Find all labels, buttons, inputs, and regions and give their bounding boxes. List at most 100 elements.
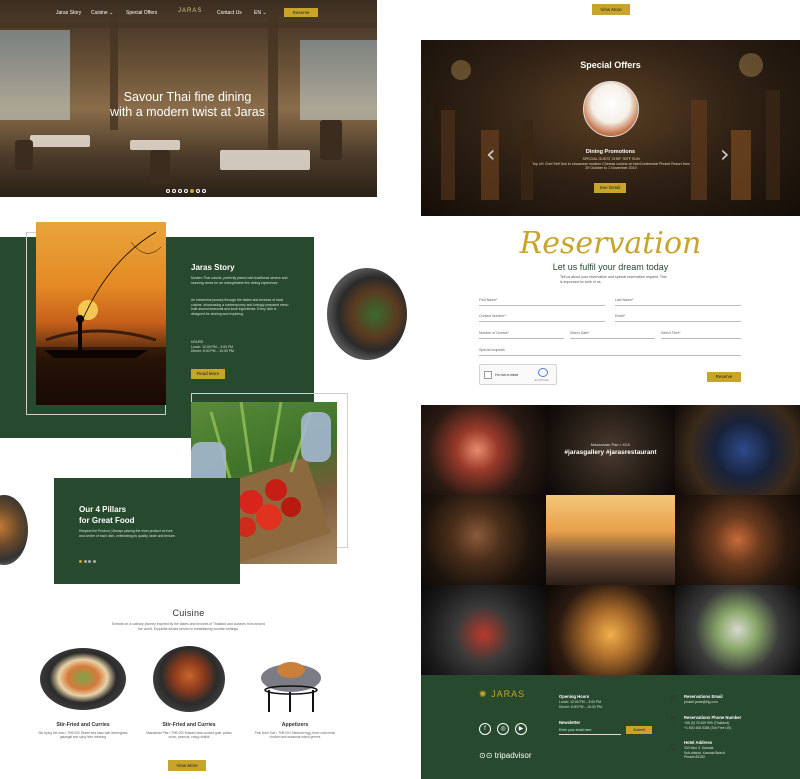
offer-text: SPECIAL GUEST CHEF 30TF SUN Top UK Chef … [531, 157, 691, 171]
slider-dot[interactable] [196, 189, 200, 193]
first-name-field[interactable]: First Name* [479, 297, 605, 306]
footer-logo[interactable]: ✺ JARAS [479, 689, 525, 700]
facebook-icon[interactable]: f [479, 723, 491, 735]
nav-item-jaras-story[interactable]: Jaras Story [56, 10, 81, 16]
time-field[interactable]: Select Time* [661, 330, 741, 339]
owl-icon: ⊙⊙ [479, 751, 493, 760]
gallery-hashtags: #jarasgallery #jarasrestaurant [564, 449, 657, 456]
slider-dot[interactable] [92, 560, 96, 563]
nav-item-language[interactable]: EN ⌄ [254, 10, 267, 16]
captcha-checkbox[interactable] [484, 371, 492, 379]
slider-dot[interactable] [172, 189, 176, 193]
reservations-email-title: Reservations Email [684, 694, 723, 699]
reservation-submit-button[interactable]: Reserve [707, 372, 741, 382]
reservation-note: Tell us about your reservation and speci… [560, 275, 667, 284]
gallery-caption: Massaman Pae • XXX #jarasgallery #jarasr… [546, 442, 675, 456]
reserve-button[interactable]: Reserve [284, 8, 318, 17]
dish-desc-1: Stir-frying the nam • THB 000 Desert sea… [38, 731, 128, 740]
dish-image-2[interactable] [153, 646, 225, 712]
story-image [36, 222, 166, 405]
pillars-title-line1: Our 4 Pillars [79, 505, 127, 514]
pillars-slider-dots [79, 550, 96, 568]
dish-image-3[interactable] [258, 646, 324, 714]
dish-bowl-image [0, 495, 28, 565]
slider-dot[interactable] [83, 560, 87, 563]
newsletter-email-input[interactable]: Enter your email here [559, 728, 621, 735]
youtube-icon[interactable]: ▶ [515, 723, 527, 735]
reservations-phones[interactable]: +66 (0) 76 629 999 (Thailand) +1 800 408… [684, 721, 731, 730]
chevron-down-icon: ⌄ [109, 10, 114, 16]
view-more-top-button[interactable]: View More [592, 4, 630, 15]
tripadvisor-logo[interactable]: ⊙⊙ tripadvisor [479, 751, 532, 760]
dish-image-1[interactable] [40, 648, 126, 710]
reservations-email[interactable]: phuket.jaras@ihg.com [684, 700, 718, 705]
newsletter-submit-button[interactable]: Submit [626, 726, 652, 734]
dish-name-2: Stir-Fried and Curries [162, 722, 216, 728]
footer-logo-text: JARAS [491, 689, 526, 699]
slider-dot[interactable] [184, 189, 188, 193]
gallery-tile-plated-dish[interactable] [675, 495, 800, 585]
hero-title-line1: Savour Thai fine dining [123, 90, 252, 104]
reservation-subtitle: Let us fulfil your dream today [552, 262, 669, 272]
offer-heading: Dining Promotions [585, 149, 636, 155]
mail-icon: ✉ [670, 695, 676, 702]
slider-dot[interactable] [178, 189, 182, 193]
story-hours: HOURS Lunch: 12:00 PM – 3:00 PM Dinner: … [191, 340, 291, 354]
top-nav: Jaras Story Cuisine ⌄ Special Offers JAR… [0, 8, 377, 20]
gallery-tile-cocktail-blue[interactable] [675, 405, 800, 495]
hero-title-line2: with a modern twist at Jaras [110, 105, 265, 119]
stone-pot-illustration [261, 662, 321, 712]
instagram-icon[interactable]: ◎ [497, 723, 509, 735]
slider-dot[interactable] [202, 189, 206, 193]
story-intro: Modern Thai cuisine, perfectly paired wi… [191, 276, 288, 285]
see-detail-button[interactable]: See Detail [594, 183, 626, 193]
read-more-button[interactable]: Read More [191, 369, 225, 379]
gallery-tile-lobster[interactable] [421, 585, 546, 675]
nav-item-cuisine[interactable]: Cuisine ⌄ [91, 10, 113, 16]
hotel-address: 333 Moo 3, Kamala Sub-district, Kamala B… [684, 746, 726, 760]
slider-dot[interactable] [190, 189, 194, 193]
offer-line2: Top UK Chef Seif Sun to showcase modern … [532, 161, 690, 171]
gallery-tile-salad[interactable] [675, 585, 800, 675]
hero-chair [320, 120, 342, 160]
hero-title: Savour Thai fine dining with a modern tw… [80, 90, 295, 120]
logo[interactable]: JARAS [178, 8, 202, 14]
phone-2: +1 800 408 5385 (Toll Free US) [684, 725, 732, 730]
address-line3: Phuket 83150 [684, 755, 705, 760]
gallery-tile-cocktail-pink[interactable] [421, 405, 546, 495]
hero-table [220, 150, 310, 170]
nav-item-special-offers[interactable]: Special Offers [126, 10, 157, 16]
chevron-right-icon[interactable]: › [720, 140, 730, 168]
captcha-label: I'm not a robot [495, 373, 518, 377]
last-name-field[interactable]: Last Name* [615, 297, 741, 306]
captcha-brand: reCAPTCHA [534, 379, 549, 382]
gallery-tile-couple[interactable] [546, 495, 675, 585]
gallery-tile-coupe[interactable] [421, 495, 546, 585]
contact-number-field[interactable]: Contact Number* [479, 313, 605, 322]
slider-dot[interactable] [88, 560, 91, 563]
nav-item-contact-us[interactable]: Contact Us [217, 10, 242, 16]
hero-window [300, 40, 377, 120]
dish-plate-image [327, 268, 407, 360]
slider-dot[interactable] [79, 560, 82, 563]
hero-beam [0, 22, 377, 28]
slider-dot[interactable] [166, 189, 170, 193]
fisherman-illustration [36, 231, 166, 405]
special-requests-field[interactable]: Special requests [479, 347, 741, 356]
recaptcha: I'm not a robot reCAPTCHA [479, 364, 557, 385]
email-field[interactable]: Email* [615, 313, 741, 322]
hero-pillar [268, 10, 278, 150]
story-body: An immersive journey through the tastes … [191, 298, 289, 316]
guests-field[interactable]: Number of Guests* [479, 330, 564, 339]
newsletter-title: Newsletter [559, 720, 581, 725]
story-title: Jaras Story [191, 263, 235, 272]
pillars-text: Respect the Product | Always placing the… [79, 529, 176, 538]
view-more-cuisine-button[interactable]: View More [168, 760, 206, 771]
chevron-left-icon[interactable]: ‹ [486, 140, 496, 168]
gallery-tile-highball[interactable] [546, 585, 675, 675]
dish-desc-3: Pruk Nam Sue • THB 000 Steamed egg, fres… [254, 731, 336, 740]
map-pin-icon: ⚲ [670, 743, 676, 752]
date-field[interactable]: Select Date* [570, 330, 655, 339]
offers-title: Special Offers [580, 60, 641, 70]
footer-dinner: Dinner: 6:00 PM – 10:00 PM [559, 704, 602, 709]
